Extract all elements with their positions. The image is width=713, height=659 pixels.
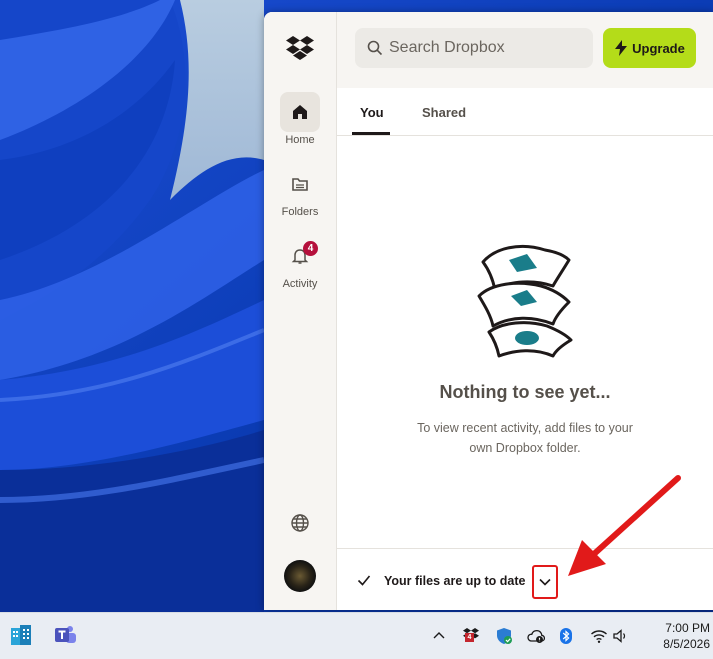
- annotation-arrow: [568, 475, 681, 576]
- onedrive-cloud-icon[interactable]: [527, 627, 545, 645]
- tab-you[interactable]: You: [360, 105, 384, 120]
- nav-rail: Home Folders Activity 4: [264, 12, 337, 610]
- volume-icon[interactable]: [612, 627, 630, 645]
- activity-count-badge: 4: [303, 241, 318, 256]
- lightning-icon: [615, 40, 628, 56]
- empty-state-illustration: [477, 244, 573, 358]
- top-bar: Search Dropbox Upgrade: [337, 12, 713, 88]
- nav-activity[interactable]: Activity: [264, 236, 336, 290]
- dropbox-tray-badge: 4: [465, 633, 474, 642]
- dropbox-logo-icon: [286, 36, 314, 60]
- avatar[interactable]: [284, 560, 316, 592]
- search-placeholder: Search Dropbox: [389, 39, 505, 56]
- taskbar: 4 7:00 PM 8/5/2026: [0, 612, 713, 659]
- bluetooth-icon[interactable]: [557, 627, 575, 645]
- security-shield-icon[interactable]: [495, 627, 513, 645]
- wifi-icon[interactable]: [590, 627, 608, 645]
- search-input[interactable]: Search Dropbox: [355, 28, 593, 68]
- taskbar-clock[interactable]: 7:00 PM 8/5/2026: [640, 620, 710, 652]
- nav-home[interactable]: Home: [264, 92, 336, 146]
- building-app-icon[interactable]: [8, 622, 34, 648]
- tab-bar: You Shared: [337, 88, 713, 136]
- clock-date: 8/5/2026: [663, 637, 710, 651]
- empty-state-title: Nothing to see yet...: [439, 382, 611, 402]
- nav-home-label: Home: [285, 134, 315, 146]
- folder-icon: [280, 164, 320, 204]
- upgrade-label: Upgrade: [632, 40, 685, 56]
- tab-selected-indicator: [352, 132, 390, 135]
- annotation-highlight-box: [532, 565, 558, 599]
- show-hidden-icons-chevron-icon[interactable]: [430, 627, 448, 645]
- tab-shared[interactable]: Shared: [422, 105, 466, 120]
- empty-state-description: To view recent activity, add files to yo…: [417, 421, 633, 455]
- sync-status-text: Your files are up to date: [384, 574, 526, 588]
- nav-activity-label: Activity: [282, 278, 318, 290]
- nav-folders-label: Folders: [281, 206, 319, 218]
- clock-time: 7:00 PM: [665, 621, 710, 635]
- teams-icon[interactable]: [52, 622, 78, 648]
- home-icon: [280, 92, 320, 132]
- upgrade-button[interactable]: Upgrade: [603, 28, 696, 68]
- check-icon: [357, 575, 371, 586]
- globe-icon[interactable]: [289, 512, 311, 534]
- nav-folders[interactable]: Folders: [264, 164, 336, 218]
- search-icon: [367, 40, 383, 56]
